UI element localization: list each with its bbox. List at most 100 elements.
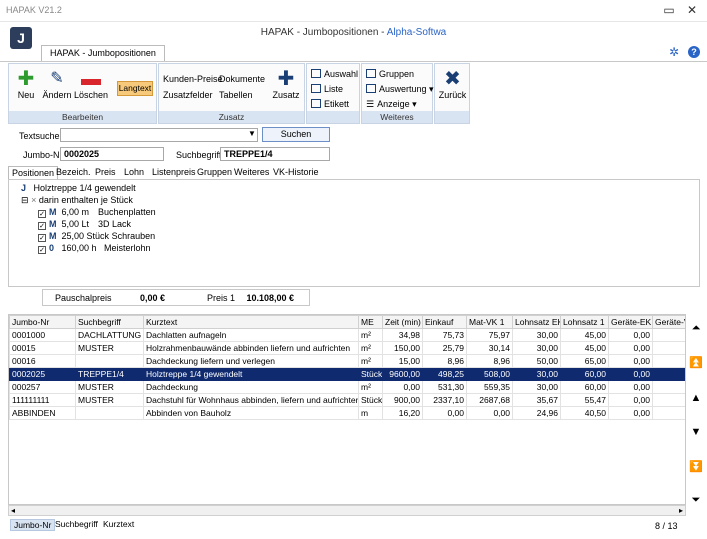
tab-lohn[interactable]: Lohn [121, 166, 147, 180]
group-label-zusatz: Zusatz [159, 111, 304, 123]
loeschen-button[interactable]: ▬ Löschen [74, 68, 108, 100]
table-cell: 00016 [9, 354, 76, 368]
table-cell: m [358, 406, 383, 420]
col-suchbegriff[interactable]: Suchbegriff [75, 315, 144, 329]
anzeige-button[interactable]: ☰ Anzeige ▾ [366, 99, 417, 110]
liste-button[interactable]: Liste [311, 84, 343, 94]
collapse-icon[interactable]: ⊟ [21, 195, 29, 205]
tree-item[interactable]: ✓ M 5,00 Lt 3D Lack [38, 219, 131, 230]
tab-positionen[interactable]: Positionen [8, 166, 59, 180]
textsuche-input[interactable] [60, 128, 258, 142]
col-lohnsatz-1[interactable]: Lohnsatz 1 [560, 315, 609, 329]
maximize-icon[interactable]: ▭ [659, 3, 679, 17]
col-geraete-vk[interactable]: Geräte-VK [652, 315, 685, 329]
table-cell: 2687,68 [466, 393, 513, 407]
col-mat-vk1[interactable]: Mat-VK 1 [466, 315, 513, 329]
empty-cell [653, 420, 686, 433]
table-cell: 0,00 [608, 406, 653, 420]
auswertung-button[interactable]: Auswertung ▾ [366, 84, 434, 95]
down-arrow-icon[interactable]: ▼ [689, 426, 703, 438]
chevron-right-icon[interactable]: ▸ [679, 506, 683, 515]
checkbox-icon[interactable]: ✓ [38, 210, 46, 218]
horizontal-scrollbar[interactable]: ◂ ▸ [8, 505, 686, 516]
sub-tab-bar: Positionen Bezeich. Preis Lohn Listenpre… [8, 166, 700, 180]
table-row[interactable]: 00016 Dachdeckung liefern und verlegen m² 1… [9, 354, 685, 368]
last-record-icon[interactable]: ⏷ [689, 494, 703, 507]
suchen-button[interactable]: Suchen [262, 127, 330, 142]
empty-cell [423, 433, 467, 446]
tree-group[interactable]: ⊟ × darin enthalten je Stück [21, 195, 133, 206]
zusatz-button[interactable]: ✚ Zusatz [270, 68, 302, 100]
close-icon[interactable]: ✕ [682, 3, 702, 17]
col-einkauf[interactable]: Einkauf [422, 315, 467, 329]
chevron-down-icon[interactable]: ▼ [248, 129, 256, 138]
pauschalpreis-label: Pauschalpreis [55, 293, 112, 303]
dokumente-button[interactable]: Dokumente [219, 74, 265, 84]
empty-cell [513, 433, 561, 446]
zusatzfelder-button[interactable]: Zusatzfelder [163, 90, 213, 100]
aendern-button[interactable]: ✎ Ändern [42, 68, 72, 100]
page-up-icon[interactable]: ⏫ [689, 356, 703, 369]
chevron-down-icon: ▾ [429, 84, 434, 94]
etikett-button[interactable]: Etikett [311, 99, 349, 109]
col-zeit[interactable]: Zeit (min) [382, 315, 423, 329]
checkbox-icon[interactable]: ✓ [38, 222, 46, 230]
table-cell: 0,00 [608, 393, 653, 407]
suchbegriff-field[interactable]: TREPPE1/4 [220, 147, 330, 161]
table-cell: m² [358, 341, 383, 355]
jumbo-nr-label: Jumbo-Nr [23, 150, 63, 160]
col-jumbo-nr[interactable]: Jumbo-Nr [9, 315, 76, 329]
tabellen-button[interactable]: Tabellen [219, 90, 253, 100]
tab-listenpreis[interactable]: Listenpreis [149, 166, 199, 180]
table-cell: 0,00 [422, 406, 467, 420]
tree-root[interactable]: J Holztreppe 1/4 gewendelt [21, 183, 136, 193]
sort-tab-kurztext[interactable]: Kurztext [100, 519, 137, 531]
title-bar: HAPAK V21.2 ▭ ✕ [0, 0, 707, 22]
chevron-left-icon[interactable]: ◂ [11, 506, 15, 515]
help-icon[interactable]: ? [688, 46, 700, 58]
table-row[interactable]: 0001000 DACHLATTUNG Dachlatten aufnageln m²… [9, 328, 685, 342]
table-cell: 000257 [9, 380, 76, 394]
tree-item[interactable]: ✓ M 25,00 Stück Schrauben [38, 231, 155, 242]
col-geraete-ek[interactable]: Geräte-EK [608, 315, 653, 329]
col-me[interactable]: ME [358, 315, 383, 329]
jumbo-nr-field[interactable]: 0002025 [60, 147, 164, 161]
table-row[interactable]: 000257 MUSTER Dachdeckung m² 0,00 531,30 559,3… [9, 380, 685, 394]
up-arrow-icon[interactable]: ▲ [689, 392, 703, 404]
table-cell: 0,0 [652, 406, 685, 420]
empty-cell [359, 433, 383, 446]
tab-bezeich[interactable]: Bezeich. [53, 166, 94, 180]
tree-item-text: Meisterlohn [104, 243, 151, 253]
col-lohnsatz-ek[interactable]: Lohnsatz EK [512, 315, 561, 329]
sort-tab-suchbegriff[interactable]: Suchbegriff [52, 519, 101, 531]
table-row[interactable]: 00015 MUSTER Holzrahmenbauwände abbinden l… [9, 341, 685, 355]
checkbox-icon[interactable]: ✓ [38, 246, 46, 254]
langtext-button[interactable]: Langtext [117, 81, 153, 96]
zurueck-button[interactable]: ✖ Zurück [436, 68, 469, 100]
checkbox-icon[interactable]: ✓ [38, 234, 46, 242]
tab-preis[interactable]: Preis [92, 166, 119, 180]
sort-tab-jumbo-nr[interactable]: Jumbo-Nr [10, 519, 56, 531]
gruppen-button[interactable]: Gruppen [366, 69, 414, 79]
first-record-icon[interactable]: ⏶ [689, 322, 703, 335]
pauschalpreis-value: 0,00 € [139, 293, 165, 303]
auswahl-button[interactable]: Auswahl [311, 69, 358, 79]
tab-vk-historie[interactable]: VK-Historie [270, 166, 322, 180]
tab-gruppen[interactable]: Gruppen [194, 166, 235, 180]
table-row[interactable]: 111111111 MUSTER Dachstuhl für Wohnhaus ab… [9, 393, 685, 407]
empty-cell [467, 420, 513, 433]
tree-item[interactable]: ✓ 0 160,00 h Meisterlohn [38, 243, 151, 254]
table-row[interactable]: 0002025 TREPPE1/4 Holztreppe 1/4 gewendelt… [9, 367, 685, 381]
kunden-preise-button[interactable]: Kunden-Preise [163, 74, 223, 84]
page-down-icon[interactable]: ⏬ [689, 460, 703, 473]
neu-button[interactable]: ✚ Neu [12, 68, 40, 100]
tree-item[interactable]: ✓ M 6,00 m Buchenplatten [38, 207, 156, 218]
tree-root-label: Holztreppe 1/4 gewendelt [33, 183, 136, 193]
tab-jumbopositionen[interactable]: HAPAK - Jumbopositionen [41, 45, 165, 62]
table-cell: MUSTER [75, 380, 144, 394]
gear-icon[interactable]: ✲ [669, 45, 679, 59]
col-kurztext[interactable]: Kurztext [143, 315, 359, 329]
table-row[interactable]: ABBINDEN Abbinden von Bauholz m 16,20 0,00 0,… [9, 406, 685, 420]
tab-weiteres[interactable]: Weiteres [231, 166, 272, 180]
jumbo-grid: Jumbo-Nr Suchbegriff Kurztext ME Zeit (m… [8, 314, 686, 505]
